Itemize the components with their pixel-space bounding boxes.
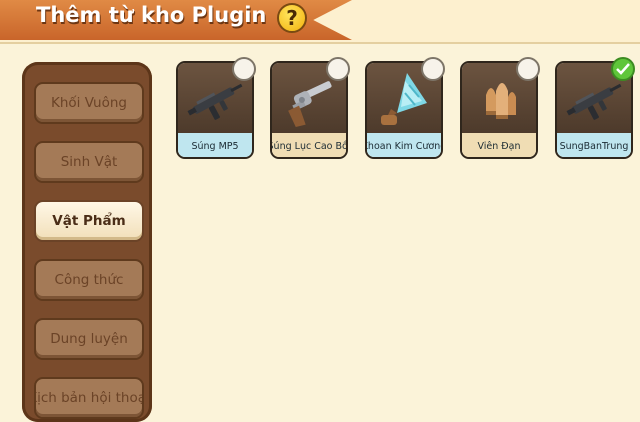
item-label: Súng Lục Cao Bồi	[272, 133, 346, 157]
sidebar-item-label: Kịch bản hội thoại	[34, 390, 144, 406]
page-title: Thêm từ kho Plugin	[36, 3, 267, 27]
sidebar-item-label: Công thức	[54, 272, 124, 288]
sidebar-item-label: Dung luyện	[50, 331, 128, 347]
select-checkbox[interactable]	[326, 57, 350, 81]
sidebar-item-kich-ban-hoi-thoai[interactable]: Kịch bản hội thoại	[34, 377, 144, 419]
select-checkbox[interactable]	[421, 57, 445, 81]
sidebar-item-label: Vật Phẩm	[52, 213, 126, 229]
select-checkbox[interactable]	[232, 57, 256, 81]
sidebar-item-khoi-vuong[interactable]: Khối Vuông	[34, 82, 144, 124]
item-label: Súng MP5	[178, 133, 252, 157]
select-checkbox[interactable]	[516, 57, 540, 81]
help-button[interactable]: ?	[277, 3, 307, 33]
header-divider	[0, 42, 640, 44]
select-checkbox[interactable]	[611, 57, 635, 81]
header-bar: Thêm từ kho Plugin ?	[0, 0, 640, 44]
item-label: Khoan Kim Cương	[367, 133, 441, 157]
category-sidebar: Khối Vuông Sinh Vật Vật Phẩm Công thức D…	[22, 62, 152, 422]
item-label: SungBanTrung	[557, 133, 631, 157]
item-label: Viên Đạn	[462, 133, 536, 157]
help-icon: ?	[286, 6, 298, 30]
sidebar-item-vat-pham[interactable]: Vật Phẩm	[34, 200, 144, 242]
sidebar-item-dung-luyen[interactable]: Dung luyện	[34, 318, 144, 360]
checkmark-icon	[616, 63, 630, 75]
sidebar-item-sinh-vat[interactable]: Sinh Vật	[34, 141, 144, 183]
sidebar-item-label: Sinh Vật	[60, 154, 118, 170]
sidebar-item-label: Khối Vuông	[51, 95, 127, 111]
sidebar-item-cong-thuc[interactable]: Công thức	[34, 259, 144, 301]
